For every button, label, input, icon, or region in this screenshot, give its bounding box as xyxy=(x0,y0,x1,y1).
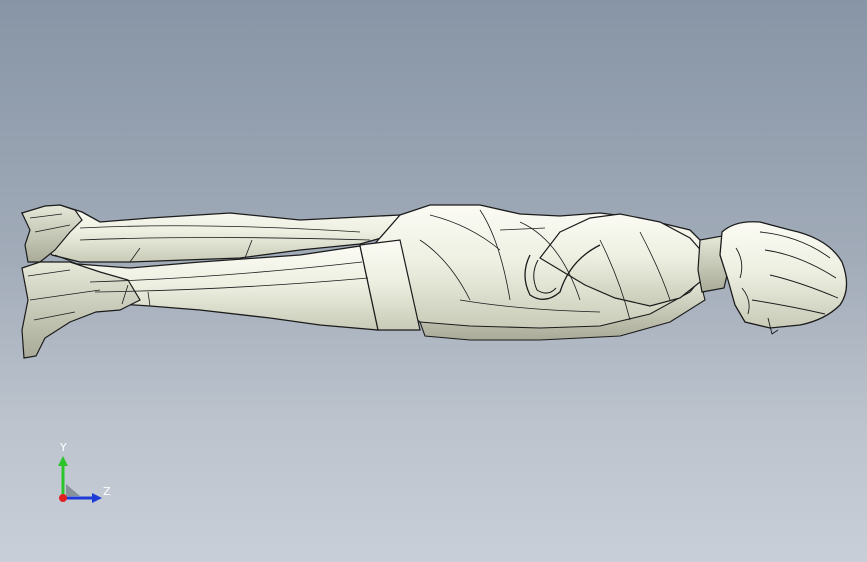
triad-plane-icon xyxy=(66,484,80,496)
graphics-viewport[interactable]: Y Z xyxy=(0,0,867,562)
model-view[interactable] xyxy=(0,0,867,562)
axis-triad[interactable]: Y Z xyxy=(50,440,120,510)
z-axis-label: Z xyxy=(103,485,111,498)
z-axis-arrow-icon xyxy=(92,493,102,503)
head xyxy=(719,221,848,329)
y-axis-arrow-icon xyxy=(58,456,68,466)
y-axis-label: Y xyxy=(60,441,67,454)
x-axis-dot-icon xyxy=(59,494,67,502)
